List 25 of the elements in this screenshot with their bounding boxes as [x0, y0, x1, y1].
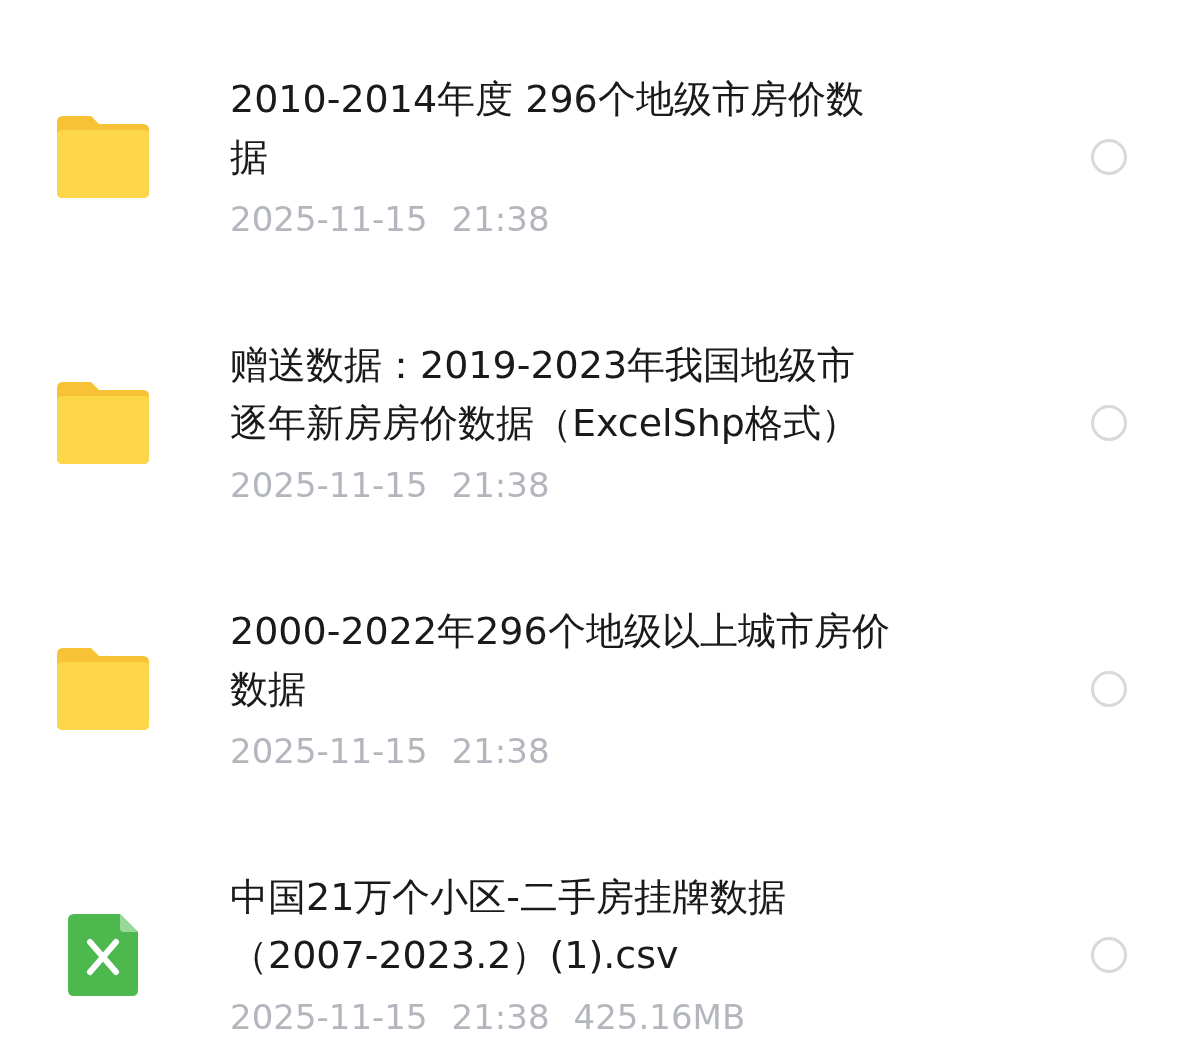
file-date: 2025-11-15	[230, 730, 428, 773]
file-name[interactable]: 2010-2014年度 296个地级市房价数	[230, 70, 864, 128]
file-time: 21:38	[451, 730, 550, 773]
select-radio[interactable]	[1091, 937, 1127, 973]
file-name[interactable]: 数据	[230, 660, 306, 718]
file-name[interactable]: 2000-2022年296个地级以上城市房价	[230, 602, 890, 660]
file-time: 21:38	[451, 996, 550, 1039]
folder-icon	[57, 648, 149, 730]
select-radio[interactable]	[1091, 405, 1127, 441]
file-date: 2025-11-15	[230, 198, 428, 241]
file-date: 2025-11-15	[230, 464, 428, 507]
file-time: 21:38	[451, 198, 550, 241]
select-radio[interactable]	[1091, 139, 1127, 175]
file-name[interactable]: 赠送数据：2019-2023年我国地级市	[230, 336, 856, 394]
file-name[interactable]: 据	[230, 128, 268, 186]
folder-icon	[57, 116, 149, 198]
select-radio[interactable]	[1091, 671, 1127, 707]
file-name[interactable]: 中国21万个小区-二手房挂牌数据	[230, 868, 787, 926]
file-size: 425.16MB	[573, 996, 746, 1039]
file-name[interactable]: 逐年新房房价数据（ExcelShp格式）	[230, 394, 859, 452]
file-time: 21:38	[451, 464, 550, 507]
spreadsheet-file-icon	[68, 914, 138, 996]
folder-icon	[57, 382, 149, 464]
file-date: 2025-11-15	[230, 996, 428, 1039]
file-name[interactable]: （2007-2023.2）(1).csv	[230, 926, 679, 984]
